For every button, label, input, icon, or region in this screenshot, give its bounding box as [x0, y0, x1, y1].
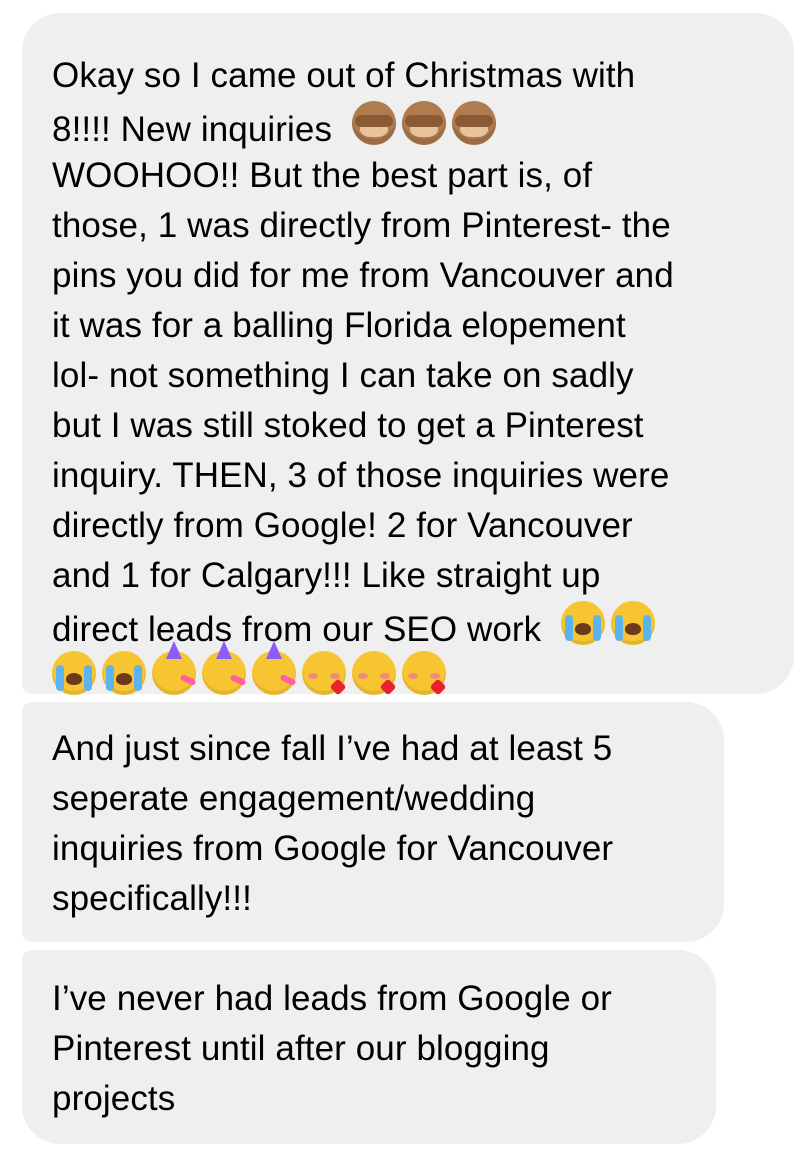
message-line: specifically!!!: [52, 879, 252, 918]
message-line: lol- not something I can take on sadly: [52, 356, 634, 395]
message-bubble-3[interactable]: I’ve never had leads from Google or Pint…: [22, 950, 716, 1144]
message-line: directly from Google! 2 for Vancouver: [52, 506, 633, 545]
see-no-evil-monkey-icon: [451, 101, 496, 145]
see-no-evil-monkey-icon: [351, 101, 396, 145]
message-line: pins you did for me from Vancouver and: [52, 256, 674, 295]
message-line: Okay so I came out of Christmas with: [52, 56, 636, 95]
message-line: seperate engagement/wedding: [52, 779, 536, 818]
message-line: Pinterest until after our blogging: [52, 1029, 550, 1068]
smiling-face-with-hearts-icon: [352, 651, 396, 695]
loudly-crying-face-icon: [560, 601, 605, 645]
message-line: inquiry. THEN, 3 of those inquiries were: [52, 456, 670, 495]
partying-face-icon: [252, 641, 296, 695]
message-line: and 1 for Calgary!!! Like straight up: [52, 556, 601, 595]
smiling-face-with-hearts-icon: [402, 651, 446, 695]
message-line: those, 1 was directly from Pinterest- th…: [52, 206, 671, 245]
message-line: but I was still stoked to get a Pinteres…: [52, 406, 644, 445]
message-line-with-emoji: direct leads from our SEO work: [52, 601, 774, 651]
message-bubble-1[interactable]: Okay so I came out of Christmas with 8!!…: [22, 13, 794, 695]
message-line: WOOHOO!! But the best part is, of: [52, 156, 593, 195]
loudly-crying-face-icon: [102, 651, 146, 695]
message-line-text: 8!!!! New inquiries: [52, 110, 333, 149]
loudly-crying-face-icon: [610, 601, 655, 645]
loudly-crying-face-icon: [52, 651, 96, 695]
emoji-row: [52, 641, 774, 701]
message-thread: Okay so I came out of Christmas with 8!!…: [0, 0, 800, 1170]
partying-face-icon: [202, 641, 246, 695]
message-line-text: direct leads from our SEO work: [52, 610, 542, 649]
message-line: And just since fall I’ve had at least 5: [52, 729, 613, 768]
message-bubble-2[interactable]: And just since fall I’ve had at least 5 …: [22, 702, 724, 942]
message-line-with-emoji: 8!!!! New inquiries: [52, 101, 774, 151]
see-no-evil-monkey-icon: [401, 101, 446, 145]
partying-face-icon: [152, 641, 196, 695]
message-line: I’ve never had leads from Google or: [52, 979, 612, 1018]
message-line: it was for a balling Florida elopement: [52, 306, 626, 345]
message-line: inquiries from Google for Vancouver: [52, 829, 614, 868]
message-line: projects: [52, 1079, 176, 1118]
smiling-face-with-hearts-icon: [302, 651, 346, 695]
